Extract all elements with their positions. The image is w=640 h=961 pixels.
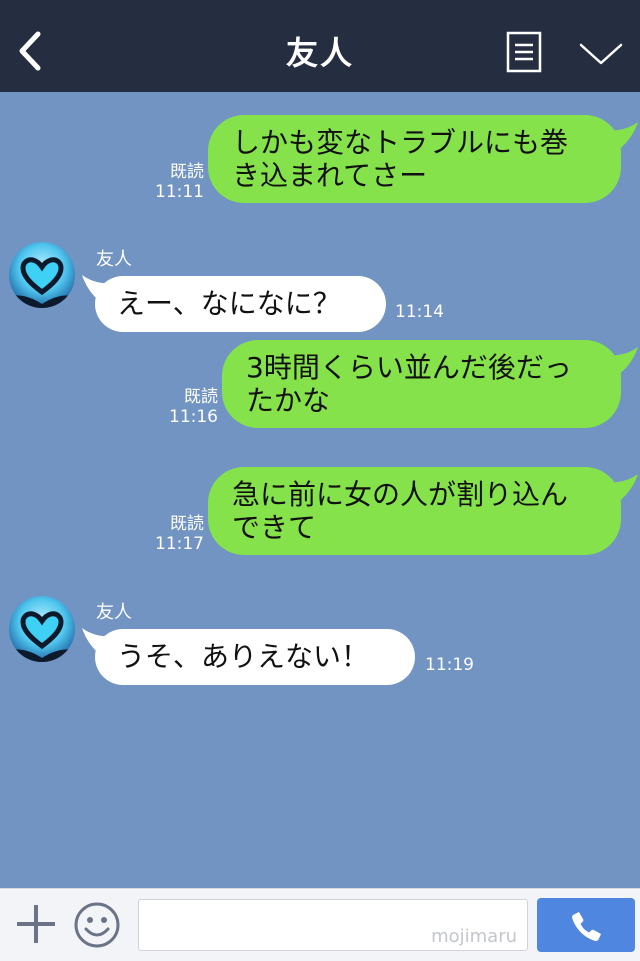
message-meta: 既読 11:16 — [164, 387, 218, 427]
read-receipt: 既読 — [170, 162, 204, 182]
message-meta: 既読 11:17 — [150, 514, 204, 554]
message-line: き込まれてさー — [232, 159, 428, 192]
message-time: 11:14 — [395, 302, 444, 322]
friend-avatar[interactable] — [9, 242, 75, 308]
message-line: 3時間くらい並んだ後だっ — [246, 351, 572, 384]
sender-name: 友人 — [96, 249, 132, 270]
read-receipt: 既読 — [170, 514, 204, 534]
phone-icon — [572, 912, 601, 942]
bubble-tail — [602, 347, 638, 379]
sent-message-bubble[interactable]: 急に前に女の人が割り込ん できて — [208, 467, 621, 555]
read-receipt: 既読 — [184, 387, 218, 407]
sent-message-bubble[interactable]: 3時間くらい並んだ後だっ たかな — [222, 340, 621, 428]
message-text-field[interactable]: mojimaru — [138, 899, 528, 951]
call-button[interactable] — [537, 898, 635, 952]
smiley-icon[interactable] — [73, 901, 121, 949]
notes-icon[interactable] — [506, 31, 542, 73]
message-line: 急に前に女の人が割り込ん — [232, 478, 569, 511]
chevron-down-icon[interactable] — [578, 40, 624, 68]
chat-header: 友人 — [0, 0, 640, 92]
chat-title: 友人 — [285, 34, 354, 72]
plus-icon[interactable] — [15, 903, 57, 945]
bubble-tail — [602, 474, 638, 506]
friend-avatar[interactable] — [9, 596, 75, 662]
message-line: うそ、ありえない！ — [117, 640, 370, 673]
message-time: 11:17 — [155, 534, 204, 554]
bubble-tail — [602, 122, 638, 154]
message-input-bar: mojimaru — [0, 888, 640, 961]
chat-area[interactable]: 既読 11:11 しかも変なトラブルにも巻 き込まれてさー 友人 えー、なになに… — [0, 92, 640, 888]
message-line: できて — [232, 511, 317, 544]
message-time: 11:11 — [155, 182, 204, 202]
sender-name: 友人 — [96, 602, 132, 623]
message-time: 11:16 — [169, 407, 218, 427]
message-meta: 既読 11:11 — [150, 162, 204, 202]
message-line: たかな — [246, 384, 331, 417]
received-message-bubble[interactable]: うそ、ありえない！ — [95, 629, 415, 685]
message-line: しかも変なトラブルにも巻 — [232, 126, 569, 159]
message-time: 11:19 — [425, 655, 474, 675]
message-line: えー、なになに？ — [117, 287, 341, 320]
received-message-bubble[interactable]: えー、なになに？ — [95, 276, 386, 332]
sent-message-bubble[interactable]: しかも変なトラブルにも巻 き込まれてさー — [208, 115, 621, 203]
watermark-text: mojimaru — [431, 926, 517, 947]
